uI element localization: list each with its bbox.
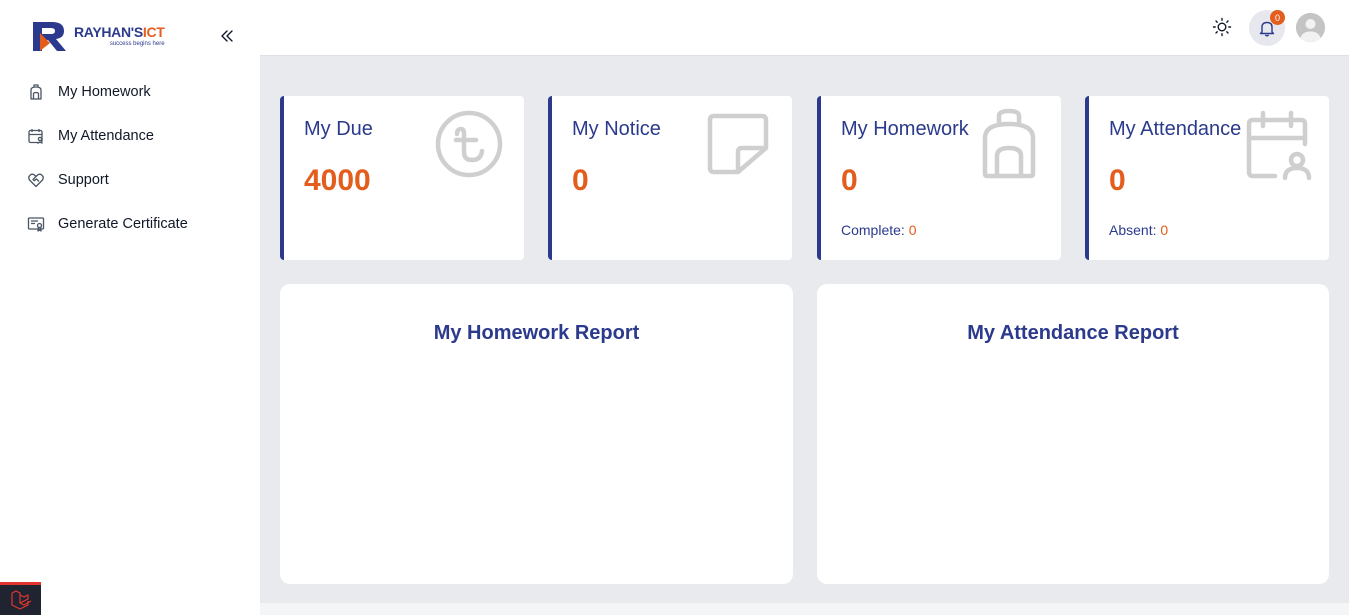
sidebar-item-label: My Homework	[58, 84, 151, 100]
calendar-user-icon	[26, 126, 46, 146]
sidebar-collapse-button[interactable]	[217, 26, 237, 46]
homework-report-panel: My Homework Report	[280, 284, 793, 584]
backpack-icon	[26, 82, 46, 102]
top-header: 0	[260, 0, 1349, 56]
absent-label: Absent:	[1109, 222, 1157, 238]
user-avatar-icon	[1296, 13, 1325, 42]
sidebar-nav: My Homework My Attendance Support Genera…	[0, 70, 260, 246]
sticky-note-icon	[707, 113, 769, 175]
double-chevron-left-icon	[221, 30, 233, 42]
sidebar-item-my-homework[interactable]: My Homework	[0, 70, 260, 114]
card-subtext: Complete: 0	[841, 222, 917, 238]
sidebar-item-label: Generate Certificate	[58, 216, 188, 232]
card-my-attendance[interactable]: My Attendance 0 Absent: 0	[1085, 96, 1329, 260]
logo-mark-icon	[33, 22, 66, 51]
laravel-debugbar-toggle[interactable]	[0, 582, 41, 615]
report-title: My Attendance Report	[967, 322, 1179, 344]
notification-count-badge: 0	[1270, 10, 1285, 25]
card-my-homework[interactable]: My Homework 0 Complete: 0	[817, 96, 1061, 260]
user-avatar[interactable]	[1296, 13, 1325, 42]
sun-icon	[1212, 17, 1232, 37]
brand-name-accent: ICT	[142, 24, 165, 40]
report-title: My Homework Report	[433, 322, 640, 344]
attendance-report-panel: My Attendance Report	[817, 284, 1329, 584]
calendar-user-icon	[1246, 110, 1312, 180]
sidebar-item-support[interactable]: Support	[0, 158, 260, 202]
card-value: 4000	[304, 164, 371, 197]
laravel-icon	[10, 590, 31, 610]
sidebar-item-label: Support	[58, 172, 109, 188]
sidebar: RAYHAN'SICT success begins here My Homew…	[0, 0, 260, 615]
sidebar-item-label: My Attendance	[58, 128, 154, 144]
card-my-due[interactable]: My Due 4000	[280, 96, 524, 260]
card-value: 0	[572, 164, 589, 197]
sidebar-item-my-attendance[interactable]: My Attendance	[0, 114, 260, 158]
card-subtext: Absent: 0	[1109, 222, 1168, 238]
footer-strip	[260, 603, 1349, 615]
card-title: My Homework	[841, 118, 969, 140]
certificate-icon	[26, 214, 46, 234]
heart-handshake-icon	[26, 170, 46, 190]
notifications-button[interactable]: 0	[1249, 10, 1285, 46]
card-my-notice[interactable]: My Notice 0	[548, 96, 792, 260]
theme-toggle-button[interactable]	[1211, 16, 1233, 38]
card-value: 0	[841, 164, 858, 197]
brand-logo[interactable]: RAYHAN'SICT success begins here	[30, 18, 165, 54]
brand-name: RAYHAN'S	[74, 24, 143, 40]
taka-icon	[435, 110, 503, 178]
backpack-icon	[982, 108, 1036, 179]
card-title: My Due	[304, 118, 373, 140]
complete-count: 0	[908, 222, 917, 238]
card-title: My Notice	[572, 118, 661, 140]
card-value: 0	[1109, 164, 1126, 197]
card-title: My Attendance	[1109, 118, 1242, 140]
brand-tagline: success begins here	[109, 41, 165, 47]
complete-label: Complete:	[841, 222, 905, 238]
absent-count: 0	[1160, 222, 1169, 238]
sidebar-item-generate-certificate[interactable]: Generate Certificate	[0, 202, 260, 246]
